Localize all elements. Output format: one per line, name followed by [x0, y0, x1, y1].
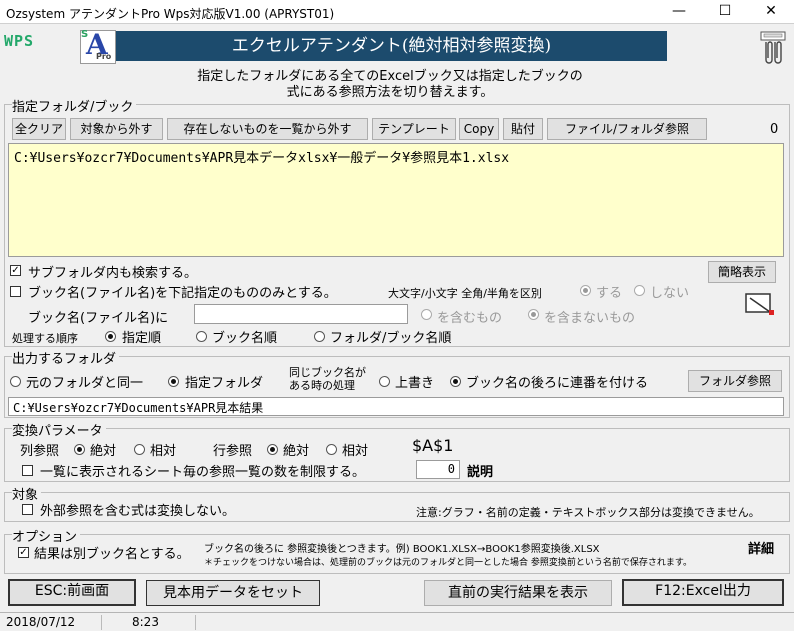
window-title: Ozsystem アテンダントPro Wps対応版V1.00 (APRYST01…: [6, 7, 335, 21]
target-group-label: 対象: [12, 484, 42, 503]
output-folder-path-input[interactable]: C:¥Users¥ozcr7¥Documents¥APR見本結果: [8, 397, 784, 416]
edit-note-icon[interactable]: [744, 290, 778, 318]
same-folder-radio[interactable]: [10, 376, 21, 387]
file-list[interactable]: C:¥Users¥ozcr7¥Documents¥APR見本データxlsx¥一般…: [8, 143, 784, 257]
order-folder-radio[interactable]: [314, 331, 325, 342]
title-bar: Ozsystem アテンダントPro Wps対応版V1.00 (APRYST01…: [0, 0, 794, 24]
clear-all-button[interactable]: 全クリア: [12, 118, 66, 140]
order-bookname-radio[interactable]: [196, 331, 207, 342]
limit-count-input[interactable]: 0: [416, 460, 460, 479]
case-sensitive-label: 大文字/小文字 全角/半角を区別: [388, 287, 542, 300]
output-folder-browse-button[interactable]: フォルダ参照: [688, 370, 782, 392]
subfolder-label: サブフォルダ内も検索する。: [28, 266, 198, 281]
separate-book-label: 結果は別ブック名とする。: [34, 547, 190, 562]
same-name-label-line2: ある時の処理: [289, 379, 355, 392]
status-bar: 2018/07/12 8:23: [0, 612, 794, 631]
bookname-input[interactable]: [194, 304, 408, 324]
minimize-button[interactable]: —: [656, 0, 702, 24]
same-folder-label: 元のフォルダと同一: [26, 376, 144, 391]
esc-back-button[interactable]: ESC:前画面: [8, 579, 136, 606]
template-button[interactable]: テンプレート: [372, 118, 456, 140]
output-folder-group-label: 出力するフォルダ: [12, 348, 120, 367]
folder-book-group-label: 指定フォルダ/ブック: [12, 96, 137, 115]
row-absolute-radio[interactable]: [267, 444, 278, 455]
bookname-filter-checkbox[interactable]: [10, 286, 21, 297]
separate-book-info-1: ブック名の後ろに 参照変換後とつきます。例) BOOK1.XLSX→BOOK1参…: [204, 544, 600, 555]
bookname-input-label: ブック名(ファイル名)に: [28, 311, 169, 326]
row-relative-label: 相対: [342, 444, 369, 459]
simple-view-button[interactable]: 簡略表示: [708, 261, 776, 283]
remove-missing-button[interactable]: 存在しないものを一覧から外す: [167, 118, 368, 140]
exclude-external-checkbox[interactable]: [22, 504, 33, 515]
description-line-2: 式にある参照方法を切り替えます。: [286, 85, 494, 100]
set-sample-data-button[interactable]: 見本用データをセット: [146, 580, 320, 606]
case-sensitive-no-radio[interactable]: [634, 285, 645, 296]
explain-link[interactable]: 説明: [467, 461, 493, 480]
status-time: 8:23: [132, 615, 159, 629]
conversion-note: 注意:グラフ・名前の定義・テキストボックス部分は変換できません。: [416, 506, 760, 519]
close-button[interactable]: ✕: [748, 0, 794, 24]
status-date: 2018/07/12: [6, 615, 76, 629]
f12-excel-output-button[interactable]: F12:Excel出力: [622, 579, 784, 606]
file-list-entry[interactable]: C:¥Users¥ozcr7¥Documents¥APR見本データxlsx¥一般…: [14, 151, 509, 166]
remove-from-target-button[interactable]: 対象から外す: [70, 118, 163, 140]
reference-preview: $A$1: [412, 436, 454, 455]
column-relative-radio[interactable]: [134, 444, 145, 455]
order-specified-radio[interactable]: [105, 331, 116, 342]
column-relative-label: 相対: [150, 444, 177, 459]
conversion-params-group-label: 変換パラメータ: [12, 420, 106, 439]
paste-button[interactable]: 貼付: [503, 118, 543, 140]
separate-book-checkbox[interactable]: ✓: [18, 547, 29, 558]
case-sensitive-yes-label: する: [596, 286, 623, 301]
specified-folder-label: 指定フォルダ: [185, 376, 264, 391]
file-count: 0: [770, 122, 779, 137]
order-folder-label: フォルダ/ブック名順: [330, 331, 452, 346]
not-contains-radio[interactable]: [528, 309, 539, 320]
page-title: エクセルアテンダント(絶対相対参照変換): [116, 31, 667, 61]
logo-pro-text: Pro: [96, 52, 112, 61]
specified-folder-radio[interactable]: [168, 376, 179, 387]
column-ref-label: 列参照: [20, 444, 60, 459]
contains-radio[interactable]: [421, 309, 432, 320]
show-last-result-button[interactable]: 直前の実行結果を表示: [424, 580, 612, 606]
append-serial-label: ブック名の後ろに連番を付ける: [466, 376, 649, 391]
bookname-filter-label: ブック名(ファイル名)を下記指定のもののみとする。: [28, 286, 337, 301]
not-contains-label: を含まないもの: [544, 311, 636, 326]
column-absolute-label: 絶対: [90, 444, 117, 459]
exclude-external-label: 外部参照を含む式は変換しない。: [40, 504, 236, 519]
wps-logo: WPS: [4, 32, 35, 50]
case-sensitive-no-label: しない: [650, 286, 690, 301]
order-bookname-label: ブック名順: [212, 331, 278, 346]
overwrite-radio[interactable]: [379, 376, 390, 387]
separate-book-info-2: ＊チェックをつけない場合は、処理前のブックは元のフォルダと同一とした場合 参照変…: [204, 558, 692, 568]
order-specified-label: 指定順: [122, 331, 162, 346]
row-relative-radio[interactable]: [326, 444, 337, 455]
limit-list-checkbox[interactable]: [22, 465, 33, 476]
row-ref-label: 行参照: [213, 444, 253, 459]
case-sensitive-yes-radio[interactable]: [580, 285, 591, 296]
order-label: 処理する順序: [12, 332, 78, 345]
row-absolute-label: 絶対: [283, 444, 310, 459]
subfolder-checkbox[interactable]: ✓: [10, 265, 21, 276]
file-folder-browse-button[interactable]: ファイル/フォルダ参照: [547, 118, 707, 140]
copy-button[interactable]: Copy: [459, 118, 499, 140]
contains-label: を含むもの: [437, 311, 503, 326]
paperclip-icon[interactable]: [760, 28, 786, 68]
column-absolute-radio[interactable]: [74, 444, 85, 455]
limit-list-label: 一覧に表示されるシート毎の参照一覧の数を制限する。: [40, 465, 366, 480]
overwrite-label: 上書き: [395, 376, 435, 391]
detail-link[interactable]: 詳細: [748, 538, 774, 557]
append-serial-radio[interactable]: [450, 376, 461, 387]
maximize-button[interactable]: ☐: [702, 0, 748, 24]
